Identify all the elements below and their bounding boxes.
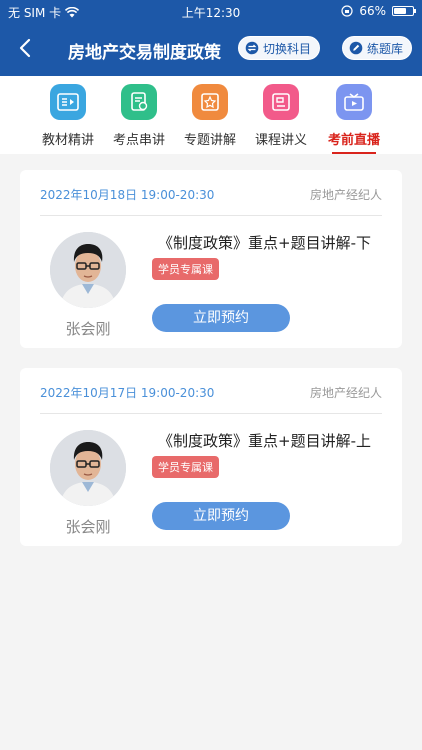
book-icon — [50, 84, 86, 120]
class-category: 房地产经纪人 — [309, 386, 382, 400]
category-tabs: 教材精讲 考点串讲 专题讲解 课程讲义 考前直播 — [0, 76, 422, 154]
practice-bank-button[interactable]: 练题库 — [342, 36, 413, 60]
topic-icon — [192, 84, 228, 120]
reserve-button[interactable]: 立即预约 — [152, 502, 290, 530]
class-date: 2022年10月18日 19:00-20:30 — [40, 188, 215, 202]
tab-topics[interactable]: 专题讲解 — [173, 84, 247, 154]
tab-handouts-label: 课程讲义 — [254, 133, 307, 148]
battery-icon — [392, 6, 416, 16]
teacher-name: 张会刚 — [65, 320, 111, 338]
tab-underline — [117, 152, 161, 154]
tab-live-label: 考前直播 — [327, 133, 380, 148]
card-divider — [40, 215, 382, 216]
tab-live[interactable]: 考前直播 — [317, 84, 391, 154]
teacher-name: 张会刚 — [65, 518, 111, 536]
switch-subject-button[interactable]: 切换科目 — [238, 36, 321, 60]
notes-icon — [121, 84, 157, 120]
live-class-card: 2022年10月17日 19:00-20:30 房地产经纪人 张会刚 《制度政策… — [20, 368, 402, 546]
nav-bar: 房地产交易制度政策 切换科目 练题库 — [0, 22, 422, 76]
tab-key-points-label: 考点串讲 — [112, 133, 165, 148]
orientation-lock-icon — [341, 5, 353, 17]
live-class-card: 2022年10月18日 19:00-20:30 房地产经纪人 张会刚 《制度政策… — [20, 170, 402, 348]
tv-icon — [336, 84, 372, 120]
member-badge: 学员专属课 — [152, 258, 219, 280]
tab-key-points[interactable]: 考点串讲 — [102, 84, 176, 154]
teacher-avatar — [50, 232, 126, 308]
switch-subject-label: 切换科目 — [263, 41, 312, 56]
card-divider — [40, 413, 382, 414]
class-date: 2022年10月17日 19:00-20:30 — [40, 386, 215, 400]
tab-underline-active — [332, 152, 376, 154]
class-category: 房地产经纪人 — [309, 188, 382, 202]
edit-icon — [349, 41, 363, 55]
tab-textbook[interactable]: 教材精讲 — [31, 84, 105, 154]
battery-percent: 66% — [359, 4, 386, 18]
practice-bank-label: 练题库 — [367, 41, 404, 56]
course-title: 《制度政策》重点+题目讲解-下 — [158, 234, 371, 252]
tab-topics-label: 专题讲解 — [183, 133, 236, 148]
switch-icon — [245, 41, 259, 55]
back-icon[interactable] — [14, 36, 38, 60]
tab-underline — [46, 152, 90, 154]
handout-icon — [263, 84, 299, 120]
page-title: 房地产交易制度政策 — [68, 43, 221, 63]
top-bar: 无 SIM 卡 上午12:30 66% 房地产交易制度政策 切换科目 练题库 — [0, 0, 422, 76]
status-bar: 无 SIM 卡 上午12:30 66% — [0, 0, 422, 22]
member-badge: 学员专属课 — [152, 456, 219, 478]
tab-underline — [188, 152, 232, 154]
course-title: 《制度政策》重点+题目讲解-上 — [158, 432, 371, 450]
battery-fill — [394, 8, 406, 14]
reserve-button[interactable]: 立即预约 — [152, 304, 290, 332]
tab-textbook-label: 教材精讲 — [41, 133, 94, 148]
teacher-avatar — [50, 430, 126, 506]
tab-handouts[interactable]: 课程讲义 — [244, 84, 318, 154]
tab-underline — [259, 152, 303, 154]
